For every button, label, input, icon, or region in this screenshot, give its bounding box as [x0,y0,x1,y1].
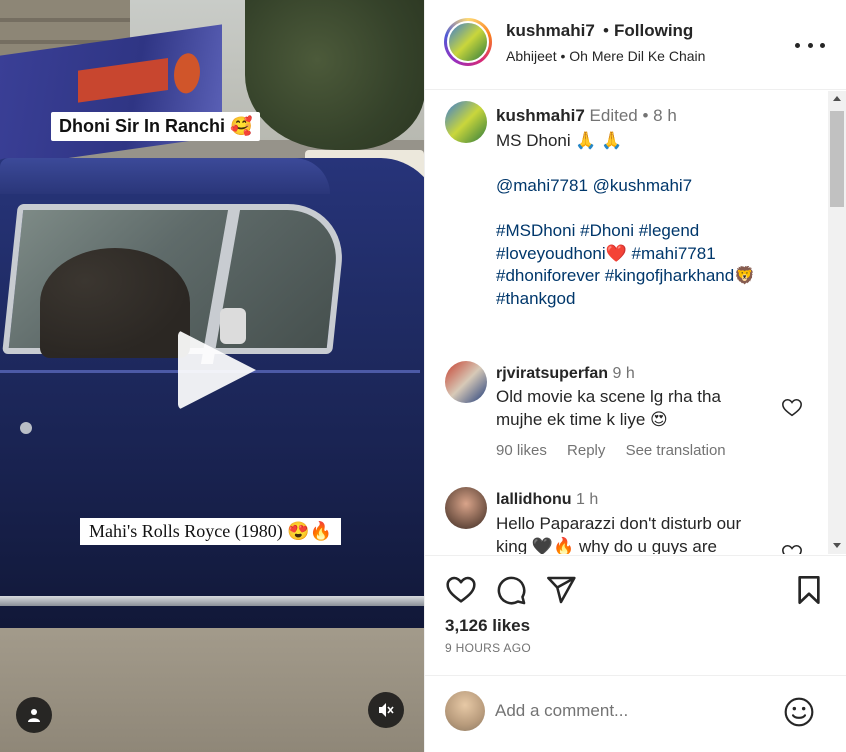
hashtag-link[interactable]: #MSDhoni [496,221,575,240]
post-side-panel: kushmahi7 • Following Abhijeet • Oh Mere… [424,0,846,752]
comment-likes[interactable]: 90 likes [496,442,547,459]
comments-list[interactable]: kushmahi7 Edited • 8 h MS Dhoni 🙏 🙏 @mah… [425,91,846,554]
comments-scrollbar[interactable] [828,91,846,554]
car-roof [0,158,330,194]
mention-link[interactable]: @kushmahi7 [593,176,692,195]
audio-track-link[interactable]: Abhijeet • Oh Mere Dil Ke Chain [506,48,705,64]
scrollbar-thumb[interactable] [830,111,844,207]
video-player[interactable]: Dhoni Sir In Ranchi 🥰 Mahi's Rolls Royce… [0,0,424,752]
comment-time: 9 h [612,365,635,382]
video-caption-bottom: Mahi's Rolls Royce (1980) 😍🔥 [80,518,342,545]
caption-header: kushmahi7 Edited • 8 h [496,106,677,126]
hashtag-link[interactable]: #legend [639,221,700,240]
hashtag-link[interactable]: #loveyoudhoni❤️ [496,244,627,263]
heart-icon[interactable] [781,397,803,419]
post-header: kushmahi7 • Following Abhijeet • Oh Mere… [425,0,846,90]
comment-reply-button[interactable]: Reply [567,442,605,459]
post-modal: Dhoni Sir In Ranchi 🥰 Mahi's Rolls Royce… [0,0,846,752]
caption-line: MS Dhoni 🙏 🙏 [496,131,623,150]
car-handle [20,422,32,434]
car-chrome-strip [0,596,424,606]
scroll-up-icon[interactable] [833,96,841,101]
current-user-avatar [445,691,485,731]
following-button[interactable]: Following [614,21,693,41]
likes-count[interactable]: 3,126 likes [445,616,530,636]
billboard-banner [78,57,168,103]
scroll-down-icon[interactable] [833,543,841,548]
see-translation-button[interactable]: See translation [626,442,726,459]
more-horizontal-icon[interactable] [795,30,825,60]
hashtag-link[interactable]: #kingofjharkhand🦁 [605,266,756,285]
comment-bubble-icon[interactable] [495,574,527,606]
post-time-ago: 9 HOURS AGO [445,641,531,655]
comment-username[interactable]: rjviratsuperfan [496,365,608,382]
author-avatar[interactable] [444,18,492,66]
hashtag-link[interactable]: #thankgod [496,289,575,308]
caption-meta: Edited • 8 h [589,106,677,125]
author-username[interactable]: kushmahi7 [506,21,595,41]
speaker-muted-icon [379,703,394,717]
comment-input[interactable] [495,696,765,726]
billboard-logo [174,51,200,96]
bookmark-icon[interactable] [793,574,825,606]
video-caption-top: Dhoni Sir In Ranchi 🥰 [51,112,261,141]
car-driver [40,248,190,358]
comment-actions: 90 likes Reply See translation [496,442,742,459]
hashtag-link[interactable]: #mahi7781 [632,244,716,263]
tagged-users-button[interactable] [16,697,52,733]
play-icon[interactable] [178,330,256,410]
user-icon [28,709,40,722]
hashtag-link[interactable]: #dhoniforever [496,266,600,285]
comment-text: Hello Paparazzi don't disturb our king 🖤… [496,514,742,554]
comment-header: rjviratsuperfan 9 h [496,365,635,383]
send-icon[interactable] [545,574,577,606]
post-actions: 3,126 likes 9 HOURS AGO [425,555,846,675]
comment-header: lallidhonu 1 h [496,491,598,509]
avatar-image [447,21,489,63]
comment-text: Old movie ka scene lg rha tha mujhe ek t… [496,387,721,429]
heart-icon[interactable] [445,574,477,606]
hashtag-link[interactable]: #Dhoni [580,221,634,240]
caption-username[interactable]: kushmahi7 [496,106,585,125]
comment-username[interactable]: lallidhonu [496,491,572,508]
caption-text: MS Dhoni 🙏 🙏 @mahi7781 @kushmahi7 #MSDho… [496,130,816,310]
comment-time: 1 h [576,491,599,508]
smiley-icon[interactable] [783,696,815,728]
video-tree [245,0,424,150]
header-separator: • [603,21,609,40]
caption-avatar[interactable] [445,101,487,143]
heart-icon[interactable] [781,543,803,554]
mention-link[interactable]: @mahi7781 [496,176,588,195]
add-comment-bar [425,675,846,752]
comment-avatar[interactable] [445,487,487,529]
comment-avatar[interactable] [445,361,487,403]
mute-button[interactable] [368,692,404,728]
